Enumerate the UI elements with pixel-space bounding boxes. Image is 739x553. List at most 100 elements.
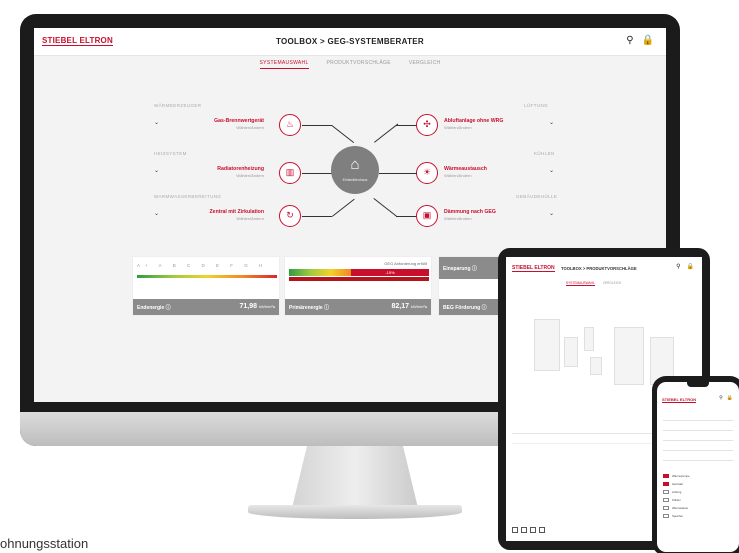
category-label: WARMWASSERBEREITUNG bbox=[154, 194, 222, 199]
product-image bbox=[564, 337, 578, 367]
connector-line bbox=[379, 173, 417, 174]
selector-row-heating[interactable]: ⌄ Radiatorenheizung Wählen/Ändern bbox=[154, 160, 264, 184]
tab-vergleich[interactable]: VERGLEICH bbox=[603, 281, 621, 286]
selector-value: Zentral mit Zirkulation bbox=[209, 209, 264, 215]
top-bar: STIEBEL ELTRON TOOLBOX > GEG-SYSTEMBERAT… bbox=[34, 28, 666, 56]
footer-icon[interactable] bbox=[512, 527, 518, 533]
selector-row-cooling[interactable]: Wärmeaustausch Wählen/Ändern ⌄ bbox=[444, 160, 554, 184]
selector-value: Dämmung nach GEG bbox=[444, 209, 496, 215]
selector-row-envelope[interactable]: Dämmung nach GEG Wählen/Ändern ⌄ bbox=[444, 203, 554, 227]
toggle-icon bbox=[663, 474, 669, 478]
circulation-icon[interactable]: ↻ bbox=[279, 205, 301, 227]
phone-logo[interactable]: STIEBEL ELTRON bbox=[662, 397, 697, 403]
hub-label: Einfamilienhaus bbox=[342, 178, 368, 182]
footer-icon[interactable] bbox=[521, 527, 527, 533]
chevron-down-icon[interactable]: ⌄ bbox=[154, 119, 159, 126]
monitor-foot bbox=[248, 505, 462, 519]
list-item[interactable]: Warmwasser bbox=[663, 506, 688, 510]
list-item[interactable]: Speicher bbox=[663, 514, 683, 518]
fan-icon[interactable]: ✣ bbox=[416, 114, 438, 136]
selector-sub: Wählen/Ändern bbox=[444, 125, 472, 130]
top-icons: ⚲ 🔒 bbox=[626, 35, 654, 46]
caption-text: ohnungsstation bbox=[0, 536, 89, 551]
tab-vergleich[interactable]: VERGLEICH bbox=[409, 60, 441, 69]
chevron-down-icon[interactable]: ⌄ bbox=[549, 119, 554, 126]
connector-line bbox=[373, 198, 398, 218]
page-title: TOOLBOX > GEG-SYSTEMBERATER bbox=[275, 37, 425, 46]
category-label: LÜFTUNG bbox=[524, 103, 549, 108]
connector-line bbox=[374, 123, 399, 143]
house-icon: ⌂ bbox=[350, 156, 360, 173]
selector-value: Radiatorenheizung bbox=[217, 166, 264, 172]
endenergie-card: A+ A B C D E F G H Endenergie ⓘ 71,98 kW… bbox=[132, 256, 280, 316]
phone-notch bbox=[687, 382, 709, 387]
selector-row-heat[interactable]: ⌄ Gas-Brennwertgerät Wählen/Ändern bbox=[154, 112, 264, 136]
toggle-icon bbox=[663, 506, 669, 510]
toggle-icon bbox=[663, 498, 669, 502]
tablet-tabs: SYSTEMAUSWAHL VERGLEICH bbox=[566, 281, 621, 286]
building-hub[interactable]: ⌂ Einfamilienhaus bbox=[331, 146, 379, 194]
category-label: GEBÄUDEHÜLLE bbox=[516, 194, 558, 199]
search-icon[interactable]: ⚲ bbox=[676, 263, 680, 270]
chevron-down-icon[interactable]: ⌄ bbox=[154, 167, 159, 174]
tab-systemauswahl[interactable]: SYSTEMAUSWAHL bbox=[259, 60, 309, 69]
divider bbox=[663, 430, 733, 431]
primaerenergie-card: GEG Anforderung erfüllt -15% Primärenerg… bbox=[284, 256, 432, 316]
toggle-icon bbox=[663, 490, 669, 494]
selector-row-ventilation[interactable]: Abluftanlage ohne WRG Wählen/Ändern ⌄ bbox=[444, 112, 554, 136]
connector-line bbox=[302, 125, 332, 126]
primaerenergie-label: Primärenergie ⓘ bbox=[289, 305, 330, 311]
chevron-down-icon[interactable]: ⌄ bbox=[154, 210, 159, 217]
toggle-icon bbox=[663, 514, 669, 518]
divider bbox=[663, 440, 733, 441]
lock-icon[interactable]: 🔒 bbox=[642, 35, 654, 46]
lock-icon[interactable]: 🔒 bbox=[727, 395, 733, 401]
connector-line bbox=[396, 125, 416, 126]
list-item[interactable]: Kühlen bbox=[663, 498, 681, 502]
connector-line bbox=[302, 173, 332, 174]
primaer-scale-bar bbox=[289, 269, 351, 276]
list-item[interactable]: Lüftung bbox=[663, 490, 681, 494]
lock-icon[interactable]: 🔒 bbox=[687, 263, 694, 270]
connector-line bbox=[332, 198, 355, 217]
category-label: HEIZSYSTEM bbox=[154, 151, 187, 156]
selector-value: Wärmeaustausch bbox=[444, 166, 487, 172]
foerderung-label: BEG Förderung ⓘ bbox=[443, 305, 487, 311]
connector-line bbox=[331, 125, 355, 144]
product-image bbox=[534, 319, 560, 371]
insulation-icon[interactable]: ▣ bbox=[416, 205, 438, 227]
footer-icon[interactable] bbox=[530, 527, 536, 533]
chevron-down-icon[interactable]: ⌄ bbox=[549, 210, 554, 217]
chevron-down-icon[interactable]: ⌄ bbox=[549, 167, 554, 174]
radiator-icon[interactable]: ▥ bbox=[279, 162, 301, 184]
selector-sub: Wählen/Ändern bbox=[236, 125, 264, 130]
selector-sub: Wählen/Ändern bbox=[444, 173, 472, 178]
nav-tabs: SYSTEMAUSWAHL PRODUKTVORSCHLÄGE VERGLEIC… bbox=[34, 60, 666, 69]
efficiency-bar bbox=[137, 275, 277, 278]
selector-sub: Wählen/Ändern bbox=[236, 173, 264, 178]
tab-produktvorschlaege[interactable]: PRODUKTVORSCHLÄGE bbox=[327, 60, 391, 69]
tab-systemauswahl[interactable]: SYSTEMAUSWAHL bbox=[566, 281, 595, 286]
search-icon[interactable]: ⚲ bbox=[626, 35, 633, 46]
endenergie-bar: Endenergie ⓘ 71,98 kWh/m²a bbox=[133, 299, 279, 315]
list-item[interactable]: Wärmepumpe bbox=[663, 474, 690, 478]
search-icon[interactable]: ⚲ bbox=[719, 395, 723, 401]
sun-icon[interactable]: ☀ bbox=[416, 162, 438, 184]
divider bbox=[663, 460, 733, 461]
selector-row-water[interactable]: ⌄ Zentral mit Zirkulation Wählen/Ändern bbox=[154, 203, 264, 227]
phone-icons: ⚲ 🔒 bbox=[719, 395, 733, 401]
connector-line bbox=[396, 216, 416, 217]
footer-icon[interactable] bbox=[539, 527, 545, 533]
efficiency-scale: A+ A B C D E F G H bbox=[137, 263, 268, 268]
selector-sub: Wählen/Ändern bbox=[444, 216, 472, 221]
product-image bbox=[590, 357, 602, 375]
product-image bbox=[614, 327, 644, 385]
endenergie-label: Endenergie ⓘ bbox=[137, 305, 171, 311]
product-image bbox=[584, 327, 594, 351]
monitor-stand bbox=[292, 446, 418, 508]
selector-value: Gas-Brennwertgerät bbox=[214, 118, 264, 124]
primaer-bar-2 bbox=[289, 277, 429, 281]
list-item[interactable]: Heizstab bbox=[663, 482, 683, 486]
tablet-logo[interactable]: STIEBEL ELTRON bbox=[512, 265, 555, 272]
flame-icon[interactable]: ♨ bbox=[279, 114, 301, 136]
